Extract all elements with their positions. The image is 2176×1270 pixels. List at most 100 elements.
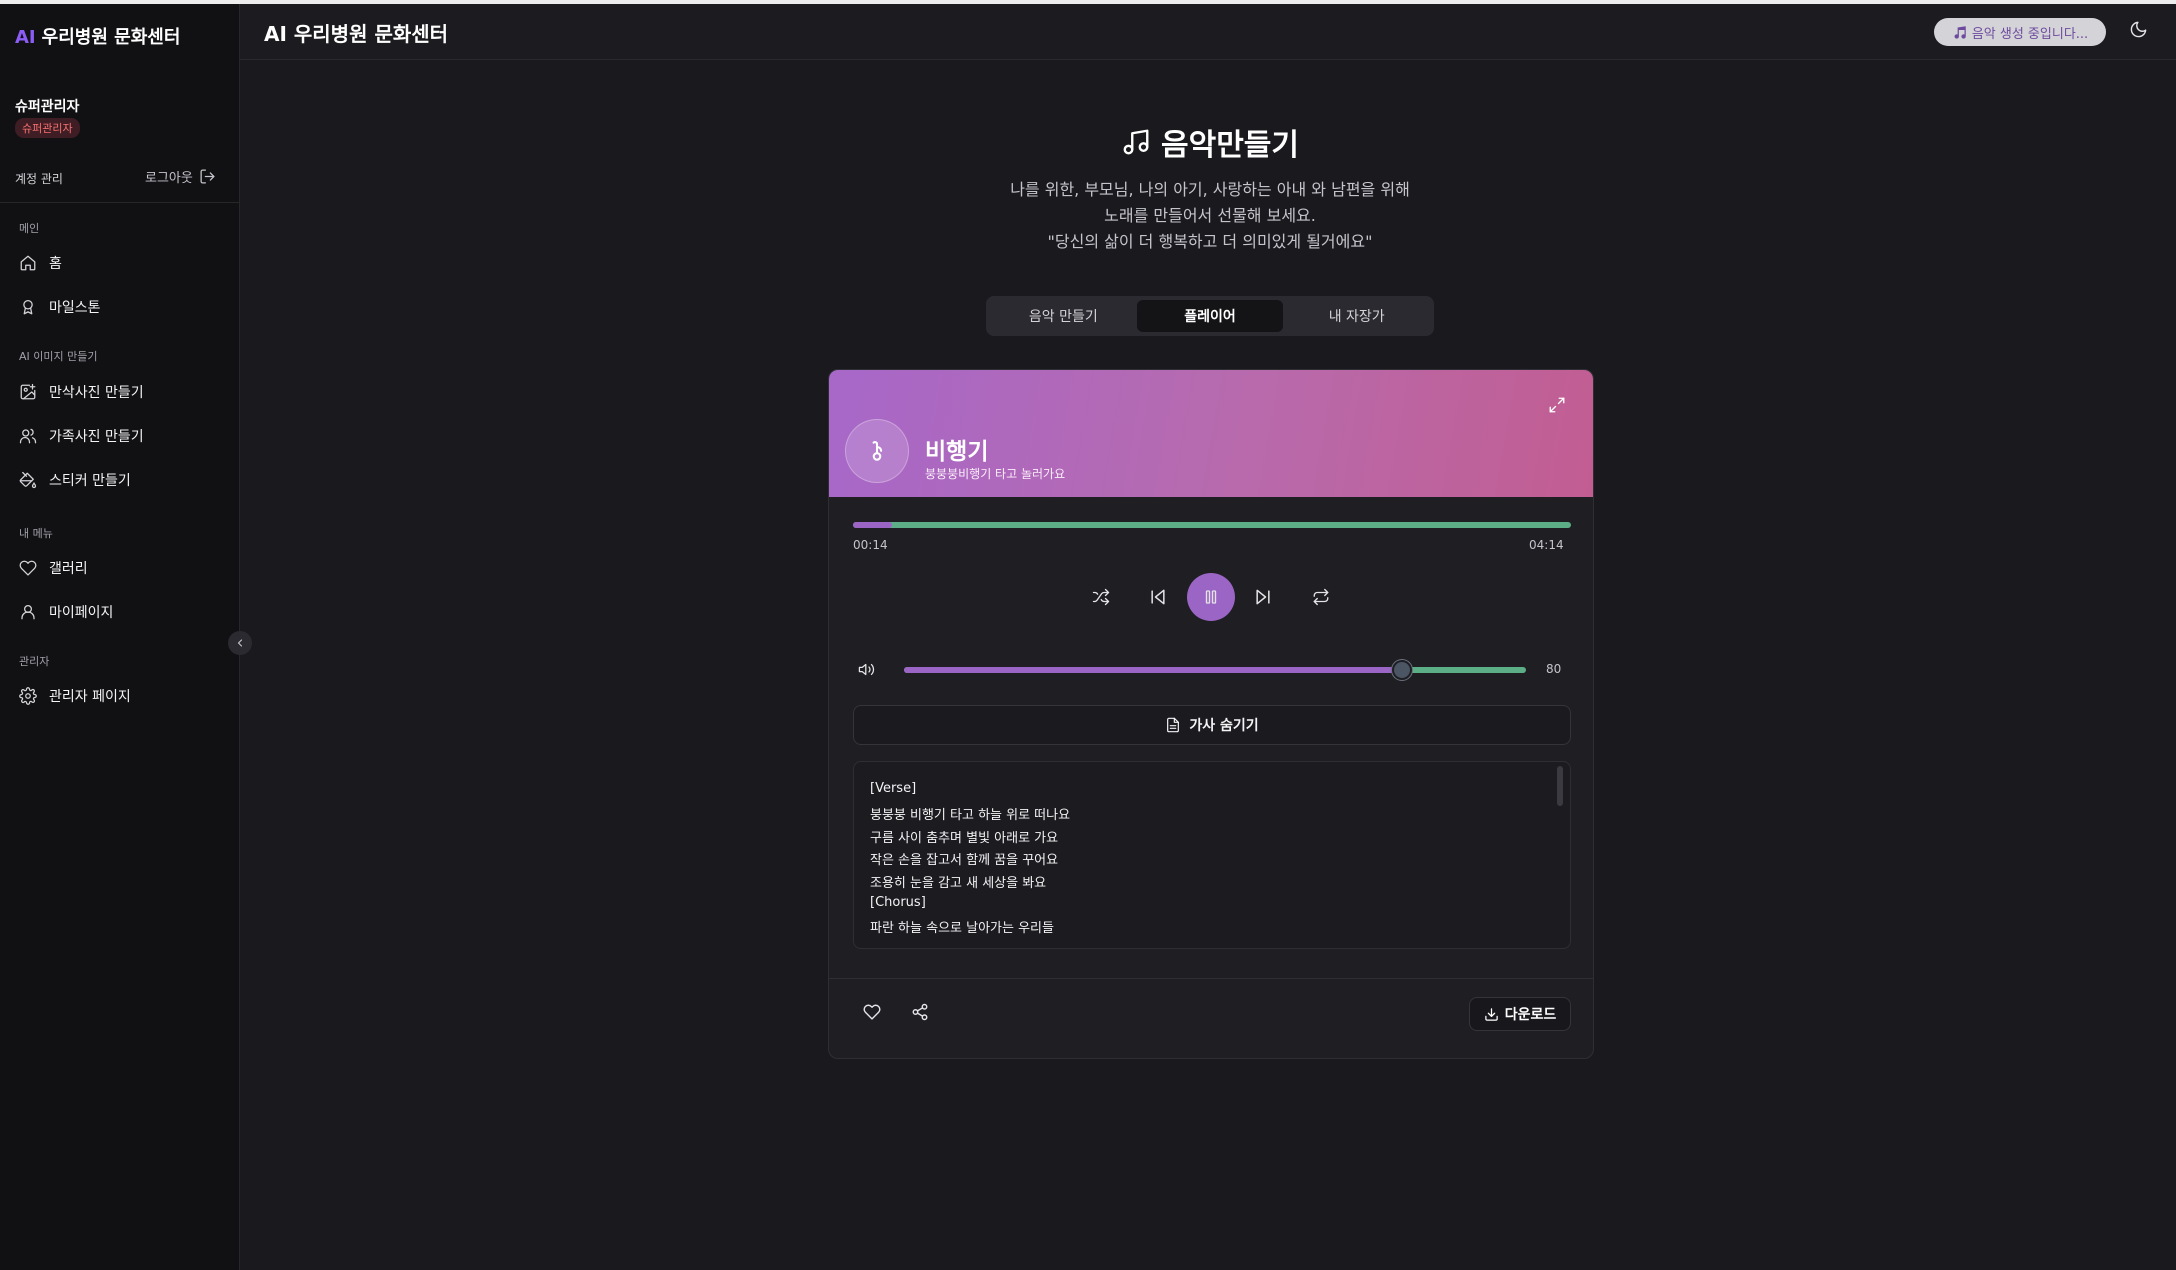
sidebar: AI 우리병원 문화센터 슈퍼관리자 슈퍼관리자 계정 관리 로그아웃 메인 홈 …: [0, 4, 240, 1270]
pause-button[interactable]: [1187, 573, 1235, 621]
download-button[interactable]: 다운로드: [1469, 997, 1571, 1031]
sidebar-item-home[interactable]: 홈: [19, 248, 224, 278]
lyrics-line: 작은 손을 잡고서 함께 꿈을 꾸어요: [870, 853, 1059, 868]
logout-label: 로그아웃: [145, 171, 193, 186]
file-text-icon: [1167, 717, 1180, 733]
description-line: 나를 위한, 부모님, 나의 아기, 사랑하는 아내 와 남편을 위해: [1010, 180, 1410, 199]
song-subtitle: 붕붕붕비행기 타고 놀러가요: [925, 467, 1066, 481]
logout-button[interactable]: 로그아웃: [145, 167, 216, 186]
sidebar-item-family-photo[interactable]: 가족사진 만들기: [19, 421, 224, 451]
player-header: 비행기 붕붕붕비행기 타고 놀러가요: [829, 370, 1593, 497]
sidebar-item-mypage[interactable]: 마이페이지: [19, 597, 224, 627]
lyrics-line: 구름 사이 춤추며 별빛 아래로 가요: [870, 831, 1059, 846]
expand-button[interactable]: [1548, 396, 1566, 418]
account-manage-link[interactable]: 계정 관리: [15, 170, 63, 187]
hide-lyrics-button[interactable]: 가사 숨기기: [853, 705, 1571, 745]
shuffle-icon: [1092, 588, 1110, 606]
sidebar-item-label: 관리자 페이지: [49, 689, 131, 705]
lyrics-panel[interactable]: [Verse] 붕붕붕 비행기 타고 하늘 위로 떠나요 구름 사이 춤추며 별…: [853, 761, 1571, 949]
chevron-left-icon: [237, 639, 243, 647]
tab-make-music[interactable]: 음악 만들기: [990, 300, 1137, 332]
brand-name: 우리병원 문화센터: [41, 27, 181, 48]
hide-lyrics-label: 가사 숨기기: [1189, 718, 1259, 734]
heart-icon: [19, 560, 37, 576]
download-icon: [1484, 1007, 1498, 1021]
music-player-card: 비행기 붕붕붕비행기 타고 놀러가요 00:14 04:14 80 가사 숨기기…: [828, 369, 1594, 1059]
music-note-icon: [1954, 25, 1966, 39]
lyrics-line: [Chorus]: [870, 895, 926, 910]
music-notes-icon: [1123, 129, 1149, 155]
lyrics-line: 파란 하늘 속으로 날아가는 우리들: [870, 921, 1054, 936]
volume-value: 80: [1546, 662, 1562, 676]
sidebar-item-label: 홈: [49, 256, 62, 272]
maximize-icon: [1549, 397, 1565, 413]
sidebar-item-milestone[interactable]: 마일스톤: [19, 292, 224, 322]
next-track-button[interactable]: [1245, 579, 1281, 615]
image-plus-icon: [20, 383, 36, 400]
role-badge: 슈퍼관리자: [15, 118, 80, 138]
home-icon: [20, 255, 36, 271]
lyrics-line: 붕붕붕 비행기 타고 하늘 위로 떠나요: [870, 808, 1071, 823]
header-title: AI 우리병원 문화센터: [264, 22, 449, 46]
lyrics-scrollbar[interactable]: [1557, 766, 1563, 806]
sidebar-item-label: 스티커 만들기: [49, 473, 131, 489]
album-cover: [845, 419, 909, 483]
section-title-my-menu: 내 메뉴: [19, 527, 53, 540]
sidebar-item-label: 갤러리: [49, 561, 88, 577]
repeat-button[interactable]: [1303, 579, 1339, 615]
volume-button[interactable]: [857, 660, 875, 678]
music-generating-badge: 음악 생성 중입니다...: [1934, 18, 2106, 46]
lyrics-line: 조용히 눈을 감고 새 세상을 봐요: [870, 876, 1047, 891]
download-label: 다운로드: [1504, 1007, 1557, 1023]
playback-progress-bar[interactable]: [853, 522, 1571, 528]
total-duration: 04:14: [1529, 538, 1564, 552]
page-description: 나를 위한, 부모님, 나의 아기, 사랑하는 아내 와 남편을 위해 노래를 …: [900, 177, 1520, 255]
volume-icon: [858, 663, 874, 675]
moon-icon: [2130, 21, 2147, 38]
share-icon: [912, 1003, 928, 1021]
sidebar-item-label: 만삭사진 만들기: [49, 385, 144, 401]
skip-forward-icon: [1256, 589, 1270, 605]
generating-text: 음악 생성 중입니다...: [1971, 26, 2089, 42]
user-icon: [21, 604, 35, 620]
description-line: "당신의 삶이 더 행복하고 더 의미있게 될거에요": [1047, 232, 1373, 251]
sidebar-collapse-button[interactable]: [228, 631, 252, 655]
sidebar-item-admin-page[interactable]: 관리자 페이지: [19, 681, 224, 711]
tab-player[interactable]: 플레이어: [1136, 300, 1284, 332]
song-title: 비행기: [925, 439, 989, 465]
card-divider: [829, 978, 1593, 979]
playback-progress-fill: [853, 522, 893, 528]
tab-my-lullabies[interactable]: 내 자장가: [1283, 300, 1430, 332]
paint-bucket-icon: [19, 471, 37, 489]
volume-slider-thumb[interactable]: [1391, 660, 1412, 680]
section-title-main: 메인: [19, 222, 40, 235]
section-title-admin: 관리자: [19, 655, 50, 668]
top-header: AI 우리병원 문화센터 음악 생성 중입니다...: [240, 4, 2176, 60]
description-line: 노래를 만들어서 선물해 보세요.: [1104, 206, 1316, 225]
settings-icon: [19, 687, 37, 705]
award-icon: [23, 299, 33, 315]
sidebar-divider: [0, 202, 240, 203]
music-tabs: 음악 만들기 플레이어 내 자장가: [986, 296, 1434, 336]
pause-icon: [1205, 590, 1217, 604]
brand-ai-mark: AI: [15, 27, 36, 48]
sidebar-item-gallery[interactable]: 갤러리: [19, 553, 224, 583]
section-title-ai-image: AI 이미지 만들기: [19, 350, 98, 363]
previous-track-button[interactable]: [1140, 579, 1176, 615]
sidebar-item-label: 마일스톤: [49, 300, 101, 316]
users-icon: [19, 428, 37, 444]
lyrics-line: [Verse]: [870, 781, 917, 796]
shuffle-button[interactable]: [1083, 579, 1119, 615]
theme-toggle-button[interactable]: [2129, 20, 2148, 43]
volume-slider[interactable]: [904, 660, 1526, 680]
share-button[interactable]: [911, 1003, 929, 1025]
sidebar-item-label: 마이페이지: [49, 605, 114, 621]
sidebar-item-maternity-photo[interactable]: 만삭사진 만들기: [19, 377, 224, 407]
brand-logo[interactable]: AI 우리병원 문화센터: [15, 23, 180, 49]
page-title-text: 음악만들기: [1161, 128, 1299, 163]
sidebar-item-sticker[interactable]: 스티커 만들기: [19, 465, 224, 495]
volume-fill: [904, 667, 1402, 673]
user-name: 슈퍼관리자: [15, 99, 80, 115]
repeat-icon: [1313, 588, 1329, 606]
like-button[interactable]: [863, 1003, 881, 1025]
